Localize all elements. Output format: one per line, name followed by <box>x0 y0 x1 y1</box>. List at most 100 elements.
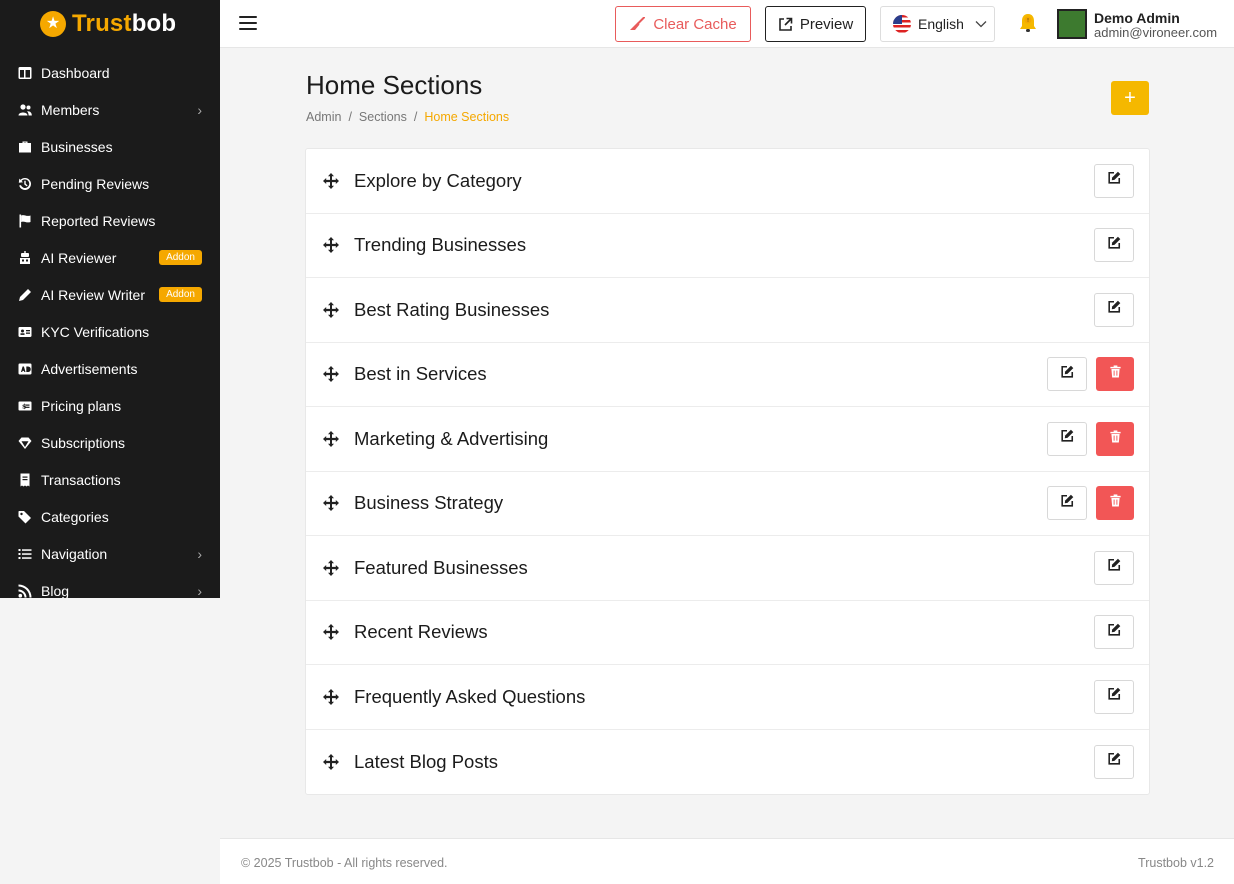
users-icon <box>18 103 32 117</box>
delete-button[interactable] <box>1096 421 1134 456</box>
add-section-button[interactable]: + <box>1111 81 1149 115</box>
briefcase-icon <box>18 140 32 154</box>
row-actions <box>1047 421 1134 456</box>
language-select[interactable]: English <box>880 6 995 42</box>
section-title: Marketing & Advertising <box>354 427 549 449</box>
brand-logo[interactable]: ★ Trustbob <box>0 0 220 48</box>
receipt-icon <box>18 473 32 487</box>
row-actions <box>1094 744 1134 779</box>
avatar[interactable] <box>1057 9 1087 39</box>
star-icon: ★ <box>40 11 66 37</box>
drag-handle-icon[interactable] <box>322 494 340 512</box>
edit-icon <box>1107 236 1121 255</box>
sidebar-item-label: Blog <box>41 582 70 599</box>
delete-button[interactable] <box>1096 357 1134 392</box>
sidebar-item-label: KYC Verifications <box>41 323 150 340</box>
section-title: Best in Services <box>354 363 487 385</box>
edit-button[interactable] <box>1094 292 1134 327</box>
sidebar-item-advertisements[interactable]: Advertisements <box>0 350 220 387</box>
addon-badge: Addon <box>159 287 202 302</box>
sidebar-item-ai-reviewer[interactable]: AI Reviewer Addon <box>0 239 220 276</box>
section-row: Best in Services <box>306 343 1149 407</box>
edit-button[interactable] <box>1094 163 1134 198</box>
chevron-right-icon: › <box>197 101 202 118</box>
sidebar-item-label: Pending Reviews <box>41 175 150 192</box>
edit-button[interactable] <box>1094 550 1134 585</box>
drag-handle-icon[interactable] <box>322 623 340 641</box>
edit-icon <box>1060 494 1074 513</box>
menu-toggle-icon[interactable] <box>239 14 257 32</box>
sidebar-item-label: Categories <box>41 508 109 525</box>
section-title: Business Strategy <box>354 492 504 514</box>
sidebar-item-blog[interactable]: Blog › <box>0 572 220 598</box>
section-row: Frequently Asked Questions <box>306 665 1149 730</box>
breadcrumb-admin[interactable]: Admin <box>306 110 341 124</box>
edit-button[interactable] <box>1047 421 1087 456</box>
page-title: Home Sections <box>306 70 483 100</box>
drag-handle-icon[interactable] <box>322 559 340 577</box>
edit-button[interactable] <box>1047 357 1087 392</box>
sidebar-item-label: AI Reviewer <box>41 249 117 266</box>
gem-icon <box>18 436 32 450</box>
broom-icon <box>630 17 646 30</box>
trash-icon <box>1109 365 1122 383</box>
sidebar-item-label: Subscriptions <box>41 434 126 451</box>
sidebar-item-pricing-plans[interactable]: $ Pricing plans <box>0 387 220 424</box>
sidebar-item-navigation[interactable]: Navigation › <box>0 535 220 572</box>
drag-handle-icon[interactable] <box>322 430 340 448</box>
clear-cache-button[interactable]: Clear Cache <box>615 6 751 42</box>
edit-button[interactable] <box>1047 486 1087 521</box>
edit-button[interactable] <box>1094 228 1134 263</box>
row-actions <box>1094 679 1134 714</box>
drag-handle-icon[interactable] <box>322 301 340 319</box>
breadcrumb-sections[interactable]: Sections <box>359 110 407 124</box>
sidebar-item-members[interactable]: Members › <box>0 91 220 128</box>
clear-cache-label: Clear Cache <box>653 15 737 33</box>
section-title: Trending Businesses <box>354 234 527 256</box>
section-row: Recent Reviews <box>306 601 1149 665</box>
ad-icon <box>18 362 32 376</box>
preview-button[interactable]: Preview <box>765 6 866 42</box>
trash-icon <box>1109 494 1122 512</box>
sidebar-item-pending-reviews[interactable]: Pending Reviews <box>0 165 220 202</box>
edit-icon <box>1107 623 1121 642</box>
edit-button[interactable] <box>1094 744 1134 779</box>
section-row: Latest Blog Posts <box>306 730 1149 795</box>
sidebar-item-categories[interactable]: Categories <box>0 498 220 535</box>
trash-icon <box>1109 430 1122 448</box>
sidebar-item-dashboard[interactable]: Dashboard <box>0 54 220 91</box>
robot-icon <box>18 250 32 265</box>
notifications-bell-icon[interactable]: ! <box>1017 11 1039 35</box>
sidebar-item-businesses[interactable]: Businesses <box>0 128 220 165</box>
drag-handle-icon[interactable] <box>322 365 340 383</box>
drag-handle-icon[interactable] <box>322 688 340 706</box>
edit-icon <box>1107 171 1121 190</box>
section-title: Explore by Category <box>354 169 522 191</box>
section-title: Latest Blog Posts <box>354 750 498 772</box>
drag-handle-icon[interactable] <box>322 236 340 254</box>
edit-button[interactable] <box>1094 615 1134 650</box>
topbar: Clear Cache Preview English ! Demo Admin… <box>220 0 1234 48</box>
drag-handle-icon[interactable] <box>322 753 340 771</box>
sidebar-item-kyc-verifications[interactable]: KYC Verifications <box>0 313 220 350</box>
row-actions <box>1047 486 1134 521</box>
delete-button[interactable] <box>1096 486 1134 521</box>
pen-icon <box>18 288 32 302</box>
section-row: Trending Businesses <box>306 214 1149 278</box>
drag-handle-icon[interactable] <box>322 172 340 190</box>
footer: © 2025 Trustbob - All rights reserved. T… <box>220 838 1234 884</box>
edit-icon <box>1060 365 1074 384</box>
sidebar-item-subscriptions[interactable]: Subscriptions <box>0 424 220 461</box>
sidebar-item-reported-reviews[interactable]: Reported Reviews <box>0 202 220 239</box>
svg-text:!: ! <box>1027 18 1029 24</box>
edit-button[interactable] <box>1094 679 1134 714</box>
section-row: Best Rating Businesses <box>306 278 1149 343</box>
section-row: Featured Businesses <box>306 536 1149 601</box>
sidebar-item-label: Advertisements <box>41 360 138 377</box>
tags-icon <box>18 510 32 524</box>
edit-icon <box>1107 558 1121 577</box>
sidebar-item-transactions[interactable]: Transactions <box>0 461 220 498</box>
section-row: Marketing & Advertising <box>306 407 1149 472</box>
sidebar-item-ai-review-writer[interactable]: AI Review Writer Addon <box>0 276 220 313</box>
section-title: Best Rating Businesses <box>354 298 550 320</box>
